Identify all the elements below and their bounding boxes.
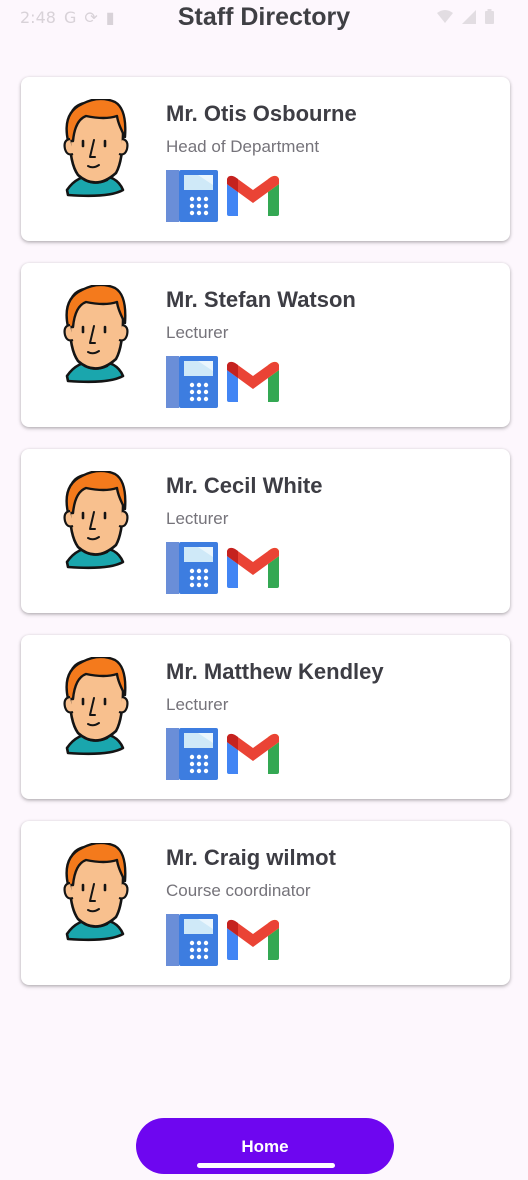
person-avatar-icon <box>61 469 131 574</box>
person-avatar-icon <box>61 97 131 202</box>
staff-name: Mr. Cecil White <box>166 473 323 498</box>
staff-card[interactable]: Mr. Cecil White Lecturer <box>21 449 510 613</box>
staff-name: Mr. Stefan Watson <box>166 287 356 312</box>
gmail-icon[interactable] <box>226 733 280 775</box>
person-avatar-icon <box>61 841 131 946</box>
home-button-label: Home <box>241 1137 289 1156</box>
staff-role: Lecturer <box>166 509 229 528</box>
phone-icon[interactable] <box>166 728 218 780</box>
person-avatar-icon <box>61 283 131 388</box>
gmail-icon[interactable] <box>226 175 280 217</box>
page-title: Staff Directory <box>177 3 351 31</box>
gmail-icon[interactable] <box>226 361 280 403</box>
person-avatar-icon <box>61 655 131 760</box>
staff-card[interactable]: Mr. Matthew Kendley Lecturer <box>21 635 510 799</box>
gmail-icon[interactable] <box>226 919 280 961</box>
phone-icon[interactable] <box>166 914 218 966</box>
staff-name: Mr. Craig wilmot <box>166 845 336 870</box>
phone-icon[interactable] <box>166 356 218 408</box>
staff-name: Mr. Otis Osbourne <box>166 101 357 126</box>
staff-list: Mr. Otis Osbourne Head of Department Mr. S… <box>21 77 510 1007</box>
gesture-bar[interactable] <box>197 1163 335 1168</box>
phone-icon[interactable] <box>166 170 218 222</box>
staff-name: Mr. Matthew Kendley <box>166 659 384 684</box>
staff-card[interactable]: Mr. Stefan Watson Lecturer <box>21 263 510 427</box>
staff-role: Lecturer <box>166 695 229 714</box>
staff-card[interactable]: Mr. Craig wilmot Course coordinator <box>21 821 510 985</box>
staff-role: Course coordinator <box>166 881 311 900</box>
staff-card[interactable]: Mr. Otis Osbourne Head of Department <box>21 77 510 241</box>
staff-role: Lecturer <box>166 323 229 342</box>
phone-icon[interactable] <box>166 542 218 594</box>
gmail-icon[interactable] <box>226 547 280 589</box>
staff-role: Head of Department <box>166 137 320 156</box>
